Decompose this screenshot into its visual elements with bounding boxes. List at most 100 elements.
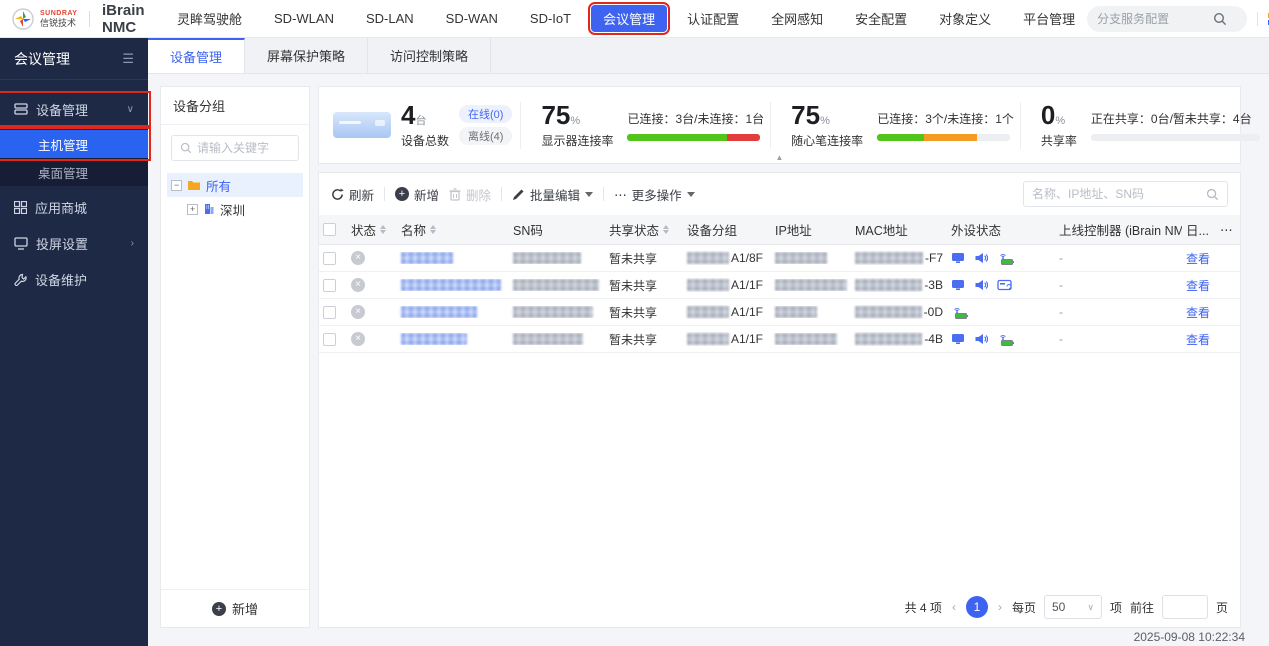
refresh-button[interactable]: 刷新 (331, 185, 374, 204)
share-status-cell: 暂未共享 (605, 277, 683, 294)
tree-node-深圳[interactable]: +深圳 (183, 197, 303, 221)
nav-item-SD-LAN[interactable]: SD-LAN (354, 7, 426, 30)
more-actions-button[interactable]: ⋯ 更多操作 (614, 185, 695, 204)
offline-status-icon: × (351, 305, 365, 319)
nav-item-全网感知[interactable]: 全网感知 (759, 5, 835, 32)
share-status: 暂未共享 (609, 331, 657, 348)
search-icon[interactable] (1206, 188, 1219, 201)
tab-访问控制策略[interactable]: 访问控制策略 (368, 38, 491, 73)
sidebar-item-设备维护[interactable]: 设备维护 (0, 264, 148, 294)
nav-item-对象定义[interactable]: 对象定义 (927, 5, 1003, 32)
row-checkbox[interactable] (323, 306, 336, 319)
tab-屏幕保护策略[interactable]: 屏幕保护策略 (245, 38, 368, 73)
per-page-select[interactable]: 50 ∨ (1044, 595, 1102, 619)
next-page-button[interactable]: › (996, 600, 1004, 614)
peripheral-cell (947, 251, 1055, 265)
page-number[interactable]: 1 (966, 596, 988, 618)
view-log-link[interactable]: 查看 (1186, 331, 1210, 348)
row-checkbox[interactable] (323, 333, 336, 346)
table-search[interactable] (1023, 181, 1228, 207)
table-row[interactable]: ×暂未共享A1/1F-4B-查看 (319, 326, 1240, 353)
batch-edit-button[interactable]: 批量编辑 (512, 185, 593, 204)
nav-item-会议管理[interactable]: 会议管理 (591, 5, 667, 32)
nav-item-认证配置[interactable]: 认证配置 (675, 5, 751, 32)
delete-button[interactable]: 删除 (449, 185, 491, 204)
redacted-sn (513, 279, 599, 291)
view-log-link[interactable]: 查看 (1186, 277, 1210, 294)
group-search-input[interactable] (197, 141, 287, 155)
sort-icon[interactable] (430, 225, 436, 234)
search-icon[interactable] (1213, 12, 1227, 26)
peripheral-cell (947, 332, 1055, 346)
mac-cell: -3B (851, 278, 947, 292)
nav-item-安全配置[interactable]: 安全配置 (843, 5, 919, 32)
row-checkbox[interactable] (323, 279, 336, 292)
group-panel-title: 设备分组 (161, 87, 309, 125)
collapse-toggle-icon[interactable]: − (171, 180, 182, 191)
log-cell: 查看 (1182, 304, 1216, 321)
sort-icon[interactable] (663, 225, 669, 234)
nav-item-SD-WAN[interactable]: SD-WAN (434, 7, 510, 30)
table-row[interactable]: ×暂未共享A1/1F-0D-查看 (319, 299, 1240, 326)
sidebar-collapse-icon[interactable]: ☰ (122, 51, 134, 67)
redacted-ip (775, 333, 837, 345)
main-content: 设备管理屏幕保护策略访问控制策略 设备分组 −所有+深圳 + 新增 (148, 38, 1269, 646)
table-body: ×暂未共享A1/8F-F7-查看×暂未共享A1/1F-3B-查看×暂未共享A1/… (319, 245, 1240, 587)
global-search[interactable] (1087, 6, 1247, 32)
sidebar-menu: 设备管理∨ 主机管理桌面管理应用商城投屏设置› 设备维护 (0, 80, 148, 294)
row-checkbox[interactable] (323, 252, 336, 265)
nav-item-SD-WLAN[interactable]: SD-WLAN (262, 7, 346, 30)
global-search-input[interactable] (1097, 12, 1213, 26)
add-device-button[interactable]: + 新增 (395, 185, 439, 204)
nav-item-平台管理[interactable]: 平台管理 (1011, 5, 1087, 32)
view-log-link[interactable]: 查看 (1186, 250, 1210, 267)
redacted-name (401, 333, 467, 345)
table-row[interactable]: ×暂未共享A1/1F-3B-查看 (319, 272, 1240, 299)
goto-page-input[interactable] (1162, 595, 1208, 619)
product-title: iBrain NMC (102, 2, 145, 36)
controller-cell: - (1055, 251, 1182, 265)
device-group-panel: 设备分组 −所有+深圳 + 新增 (160, 86, 310, 628)
sidebar-item-主机管理[interactable]: 主机管理 (0, 130, 148, 158)
mac-suffix: -4B (924, 332, 943, 346)
nav-item-SD-IoT[interactable]: SD-IoT (518, 7, 583, 30)
sidebar-item-桌面管理[interactable]: 桌面管理 (0, 158, 148, 186)
stats-collapse-icon[interactable]: ▲ (776, 153, 784, 162)
column-header-共享状态[interactable]: 共享状态 (605, 220, 683, 239)
stat-value: 75%随心笔连接率 (791, 102, 863, 149)
column-header-名称[interactable]: 名称 (397, 220, 509, 239)
add-group-button[interactable]: + 新增 (161, 589, 309, 627)
stat-progress-bar (1091, 134, 1260, 141)
log-cell: 查看 (1182, 250, 1216, 267)
offline-badge[interactable]: 离线(4) (459, 127, 512, 145)
group-cell: A1/1F (683, 278, 771, 292)
prev-page-button[interactable]: ‹ (950, 600, 958, 614)
table-search-input[interactable] (1032, 187, 1206, 201)
sort-icon[interactable] (380, 225, 386, 234)
view-log-link[interactable]: 查看 (1186, 304, 1210, 321)
sidebar-item-设备管理[interactable]: 设备管理∨ (0, 94, 148, 124)
column-label: 状态 (351, 220, 376, 239)
nav-item-灵眸驾驶舱[interactable]: 灵眸驾驶舱 (165, 5, 254, 32)
apps-icon (14, 201, 27, 214)
monitor-icon (951, 333, 965, 345)
tab-设备管理[interactable]: 设备管理 (148, 38, 245, 73)
sidebar-item-应用商城[interactable]: 应用商城 (0, 192, 148, 222)
sidebar-header: 会议管理 ☰ (0, 38, 148, 80)
name-cell (397, 252, 509, 264)
tree-node-所有[interactable]: −所有 (167, 173, 303, 197)
online-badge[interactable]: 在线(0) (459, 105, 512, 123)
group-search[interactable] (171, 135, 299, 161)
ellipsis-icon: ⋯ (614, 187, 627, 202)
redacted-name (401, 306, 477, 318)
plus-icon: + (212, 602, 226, 616)
select-all-checkbox[interactable] (323, 223, 336, 236)
expand-toggle-icon[interactable]: + (187, 204, 198, 215)
group-suffix: A1/1F (731, 332, 763, 346)
stats-panel: 4台 设备总数 在线(0) 离线(4) 75%显示器连接率已连接：3台/未连接：… (318, 86, 1241, 164)
column-header-状态[interactable]: 状态 (347, 220, 397, 239)
group-cell: A1/1F (683, 305, 771, 319)
sidebar-item-投屏设置[interactable]: 投屏设置› (0, 228, 148, 258)
status-cell: × (347, 305, 397, 319)
table-row[interactable]: ×暂未共享A1/8F-F7-查看 (319, 245, 1240, 272)
